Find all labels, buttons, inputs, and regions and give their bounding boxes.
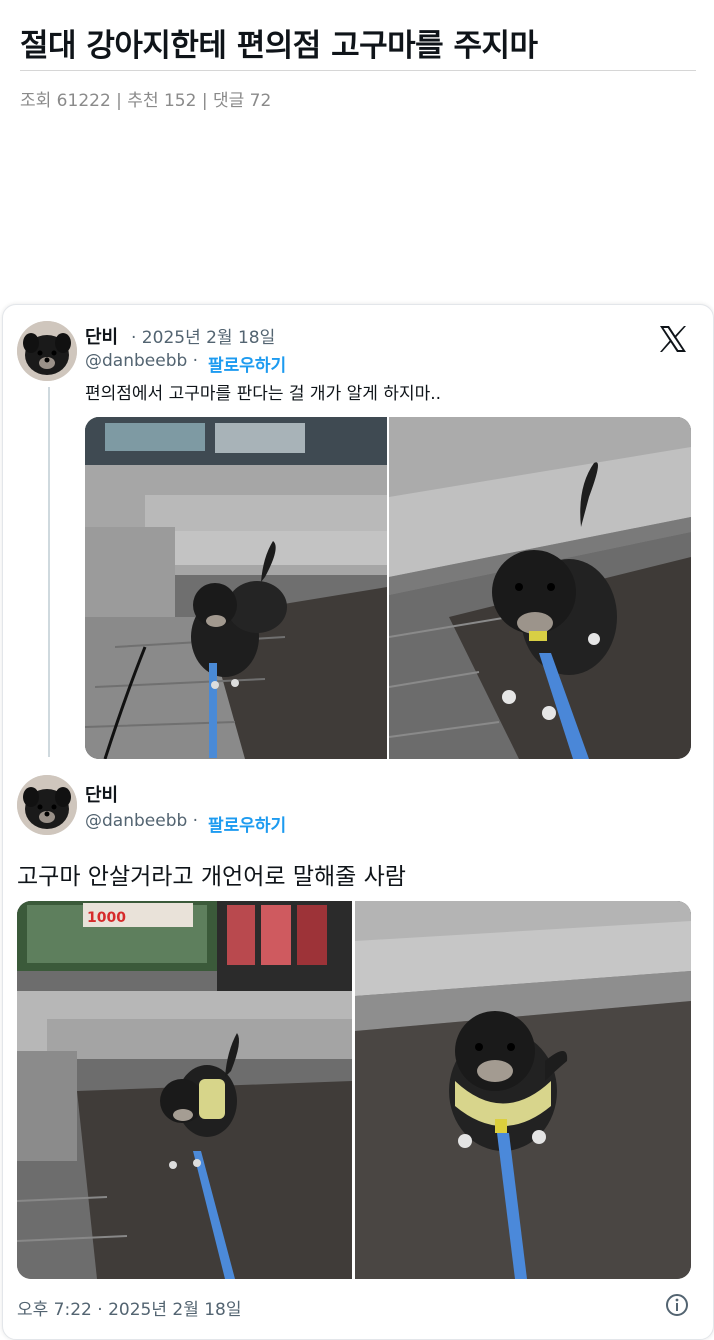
title-divider [20,70,696,71]
post-title: 절대 강아지한테 편의점 고구마를 주지마 [20,28,538,64]
photo-sign-text: 1000 [87,910,126,926]
tweet-media-grid[interactable]: 1000 [17,901,691,1279]
author-handle[interactable]: @danbeebb · [85,351,198,371]
dog-photo[interactable] [85,417,387,759]
dog-photo[interactable] [389,417,691,759]
author-handle[interactable]: @danbeebb · [85,811,198,831]
tweet-date[interactable]: · 2025년 2월 18일 [131,323,275,348]
tweet-text: 편의점에서 고구마를 판다는 걸 개가 알게 하지마.. [85,384,442,404]
dog-photo[interactable]: 1000 [17,901,352,1279]
tweet-timestamp[interactable]: 오후 7:22 · 2025년 2월 18일 [17,1295,242,1320]
author-name[interactable]: 단비 [85,323,118,349]
embedded-tweet-card[interactable]: 단비 · 2025년 2월 18일 @danbeebb · 팔로우하기 편의점에… [2,304,714,1340]
follow-button[interactable]: 팔로우하기 [208,811,286,836]
tweet-media-grid[interactable] [85,417,691,759]
thread-connector-line [48,387,50,757]
author-name[interactable]: 단비 [85,781,118,807]
dog-photo[interactable] [355,901,691,1279]
avatar[interactable] [17,775,77,835]
x-logo-icon[interactable] [657,323,689,355]
post-meta: 조회 61222 | 추천 152 | 댓글 72 [20,91,272,111]
info-icon[interactable] [665,1293,689,1317]
tweet-text: 고구마 안살거라고 개언어로 말해줄 사람 [17,864,406,890]
follow-button[interactable]: 팔로우하기 [208,351,286,376]
avatar[interactable] [17,321,77,381]
